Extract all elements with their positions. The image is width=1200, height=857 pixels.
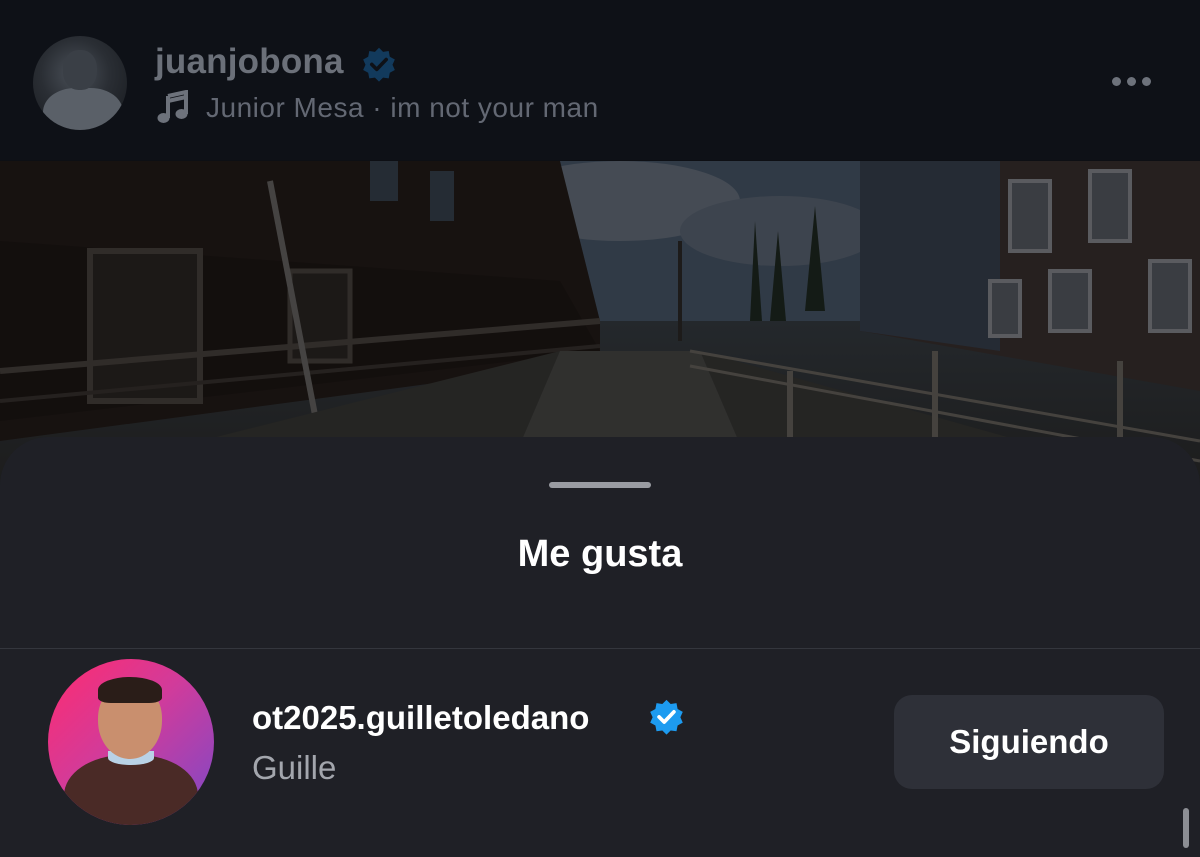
user-display-name: Guille (252, 749, 337, 786)
music-artist: Junior Mesa (206, 92, 365, 123)
music-note-icon (157, 90, 188, 123)
user-handle[interactable]: ot2025.guilletoledano (252, 699, 589, 737)
music-separator: · (372, 92, 383, 123)
sheet-drag-handle[interactable] (549, 482, 651, 488)
sheet-title: Me gusta (517, 533, 683, 575)
more-options-icon[interactable] (1112, 73, 1160, 87)
avatar[interactable] (48, 659, 214, 825)
following-button[interactable]: Siguiendo (894, 695, 1164, 789)
post-author-avatar[interactable] (33, 36, 127, 130)
verified-badge-icon (363, 47, 395, 82)
music-song-title: im not your man (390, 92, 599, 123)
likes-bottom-sheet: Me gusta ot2025.guilletoledano Guille Si… (0, 437, 1200, 857)
post-header: juanjobona Junior Mesa · im not your man (0, 0, 1200, 160)
verified-badge-icon (650, 699, 683, 735)
post-author-username[interactable]: juanjobona (155, 42, 344, 82)
list-item[interactable]: ot2025.guilletoledano Guille Siguiendo (0, 649, 1200, 839)
post-music-label[interactable]: Junior Mesa · im not your man (206, 92, 599, 124)
scrollbar[interactable] (1183, 808, 1189, 848)
